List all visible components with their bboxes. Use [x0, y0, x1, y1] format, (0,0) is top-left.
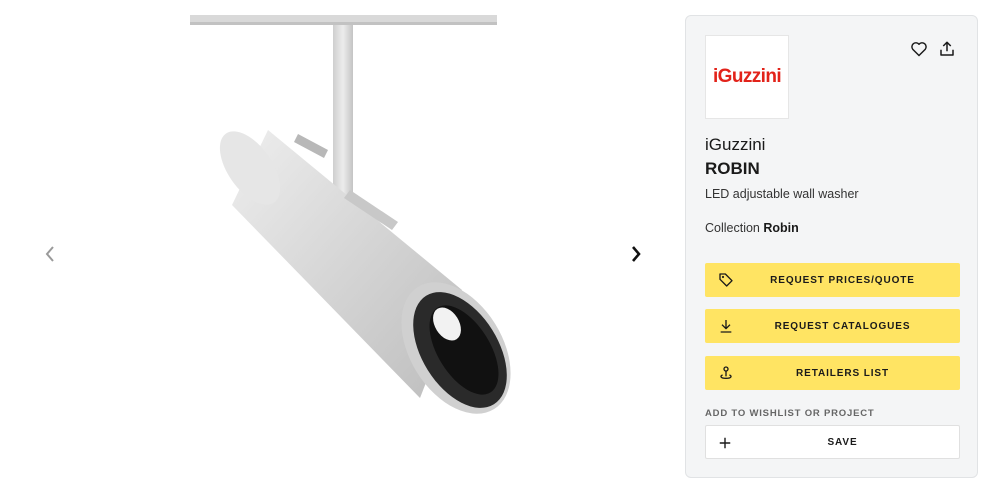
chevron-right-icon	[632, 246, 641, 262]
brand-logo-text: iGuzzini	[712, 66, 782, 87]
save-label: SAVE	[827, 436, 858, 448]
brand-logo[interactable]: iGuzzini	[705, 35, 789, 119]
chevron-left-icon	[45, 246, 54, 262]
share-icon	[940, 41, 954, 56]
collection-label: Collection	[705, 221, 760, 235]
heart-icon	[911, 42, 927, 57]
request-catalogues-label: REQUEST CATALOGUES	[774, 320, 911, 332]
product-info-card: iGuzzini iGuzzini ROBIN LED adjustable w…	[685, 15, 978, 478]
save-button[interactable]: SAVE	[705, 425, 960, 459]
product-collection: Collection Robin	[705, 221, 799, 235]
retailers-list-label: RETAILERS LIST	[796, 367, 889, 379]
download-icon	[717, 317, 735, 335]
request-catalogues-button[interactable]: REQUEST CATALOGUES	[705, 309, 960, 343]
request-quote-button[interactable]: REQUEST PRICES/QUOTE	[705, 263, 960, 297]
retailers-list-button[interactable]: RETAILERS LIST	[705, 356, 960, 390]
gallery-prev-button[interactable]	[34, 238, 66, 270]
product-description: LED adjustable wall washer	[705, 187, 859, 201]
brand-name[interactable]: iGuzzini	[705, 135, 765, 155]
wishlist-button[interactable]	[908, 38, 930, 60]
product-page: iGuzzini iGuzzini ROBIN LED adjustable w…	[0, 0, 1000, 484]
wishlist-section-label: ADD TO WISHLIST OR PROJECT	[705, 408, 875, 419]
tag-icon	[717, 271, 735, 289]
product-image	[190, 15, 511, 414]
gallery-next-button[interactable]	[620, 238, 652, 270]
collection-link[interactable]: Robin	[763, 221, 798, 235]
product-gallery	[0, 0, 680, 484]
share-button[interactable]	[936, 38, 958, 60]
product-title: ROBIN	[705, 159, 760, 178]
plus-icon	[716, 434, 734, 452]
location-pin-icon	[717, 364, 735, 382]
request-quote-label: REQUEST PRICES/QUOTE	[770, 274, 915, 286]
